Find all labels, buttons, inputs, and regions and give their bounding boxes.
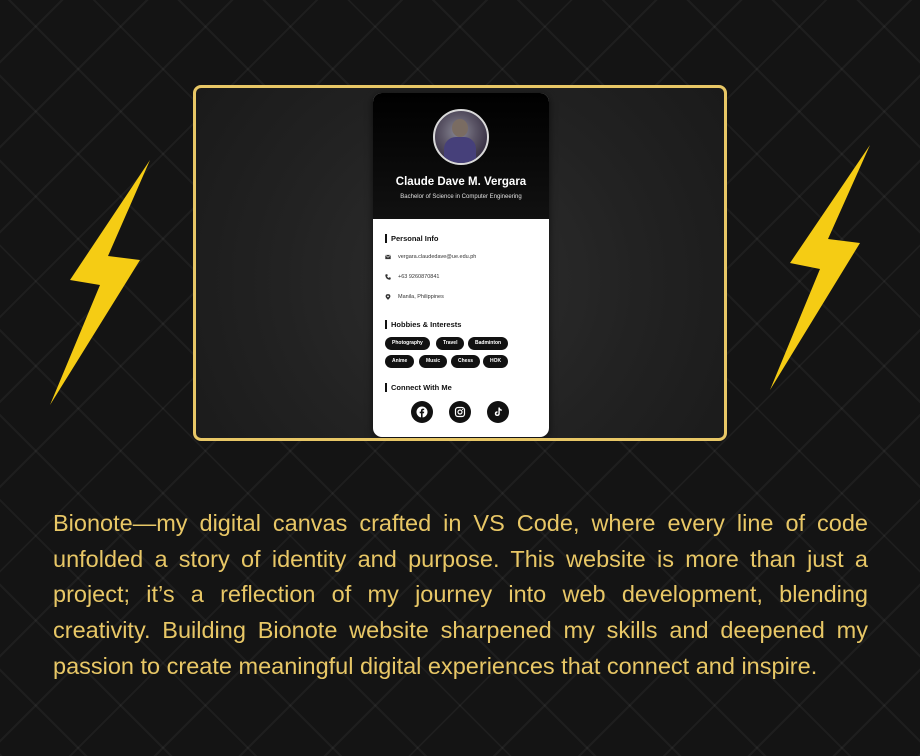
facebook-icon [416, 406, 428, 418]
hobby-tag: Chess [451, 355, 481, 368]
card-header: Claude Dave M. Vergara Bachelor of Scien… [373, 93, 549, 219]
email-text: vergara.claudedave@ue.edu.ph [398, 254, 477, 260]
instagram-icon [454, 406, 466, 418]
facebook-link[interactable] [411, 401, 433, 423]
hobby-tag: Photography [385, 337, 430, 350]
phone-text: +63 9260870841 [398, 274, 440, 280]
lightning-bolt-icon [50, 160, 150, 405]
location-row: Manila, Philippines [385, 294, 444, 300]
lightning-bolt-icon [770, 145, 870, 390]
connect-title: Connect With Me [385, 383, 452, 392]
instagram-link[interactable] [449, 401, 471, 423]
hobbies-title: Hobbies & Interests [385, 320, 461, 329]
avatar [433, 109, 489, 165]
bio-paragraph: Bionote—my digital canvas crafted in VS … [53, 510, 868, 679]
map-pin-icon [385, 294, 391, 300]
tiktok-link[interactable] [487, 401, 509, 423]
hobby-tag: Music [419, 355, 448, 368]
location-text: Manila, Philippines [398, 294, 444, 300]
phone-row[interactable]: +63 9260870841 [385, 274, 439, 280]
hobby-tag: Badminton [468, 337, 509, 350]
phone-icon [385, 274, 391, 280]
hobby-tag: Anime [385, 355, 415, 368]
hobby-tag: HOK [483, 355, 509, 368]
profile-degree: Bachelor of Science in Computer Engineer… [400, 194, 522, 200]
tiktok-icon [494, 407, 502, 416]
email-row[interactable]: vergara.claudedave@ue.edu.ph [385, 254, 476, 260]
hobby-tag: Travel [436, 337, 465, 350]
personal-info-title: Personal Info [385, 234, 439, 243]
profile-name: Claude Dave M. Vergara [395, 176, 527, 188]
preview-frame: Claude Dave M. Vergara Bachelor of Scien… [193, 85, 727, 441]
bio-card: Claude Dave M. Vergara Bachelor of Scien… [373, 93, 549, 437]
envelope-icon [385, 254, 391, 260]
